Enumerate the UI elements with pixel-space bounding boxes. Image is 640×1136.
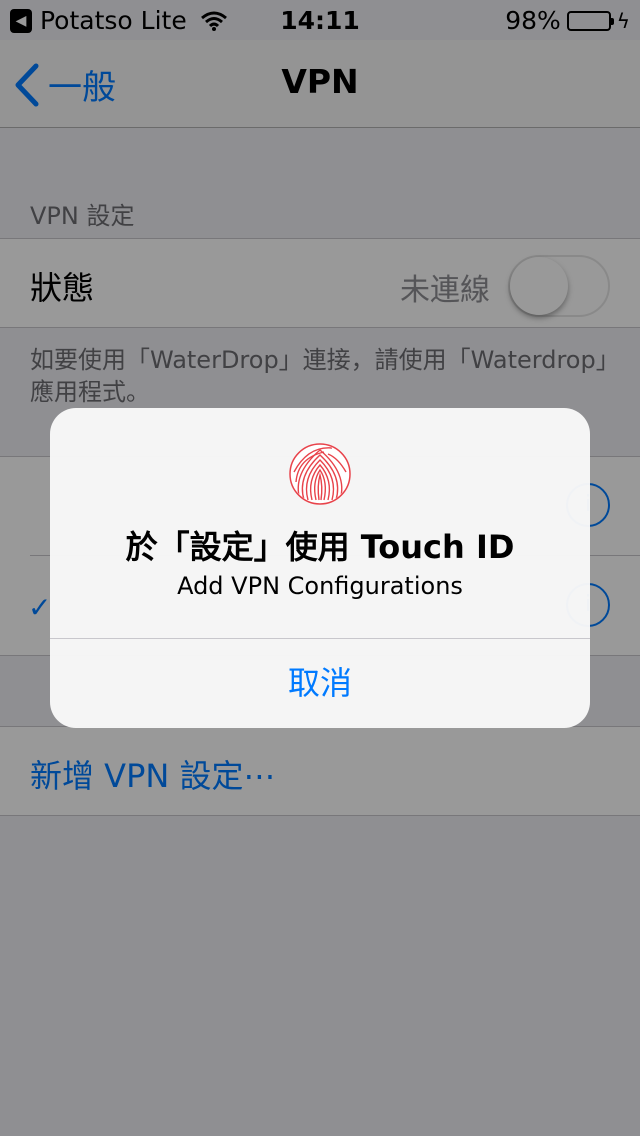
alert-message: Add VPN Configurations — [177, 572, 463, 600]
alert-title: 於「設定」使用 Touch ID — [125, 528, 515, 566]
cancel-button[interactable]: 取消 — [50, 639, 590, 728]
fingerprint-icon — [289, 443, 351, 505]
touch-id-alert: 於「設定」使用 Touch ID Add VPN Configurations … — [50, 408, 590, 728]
